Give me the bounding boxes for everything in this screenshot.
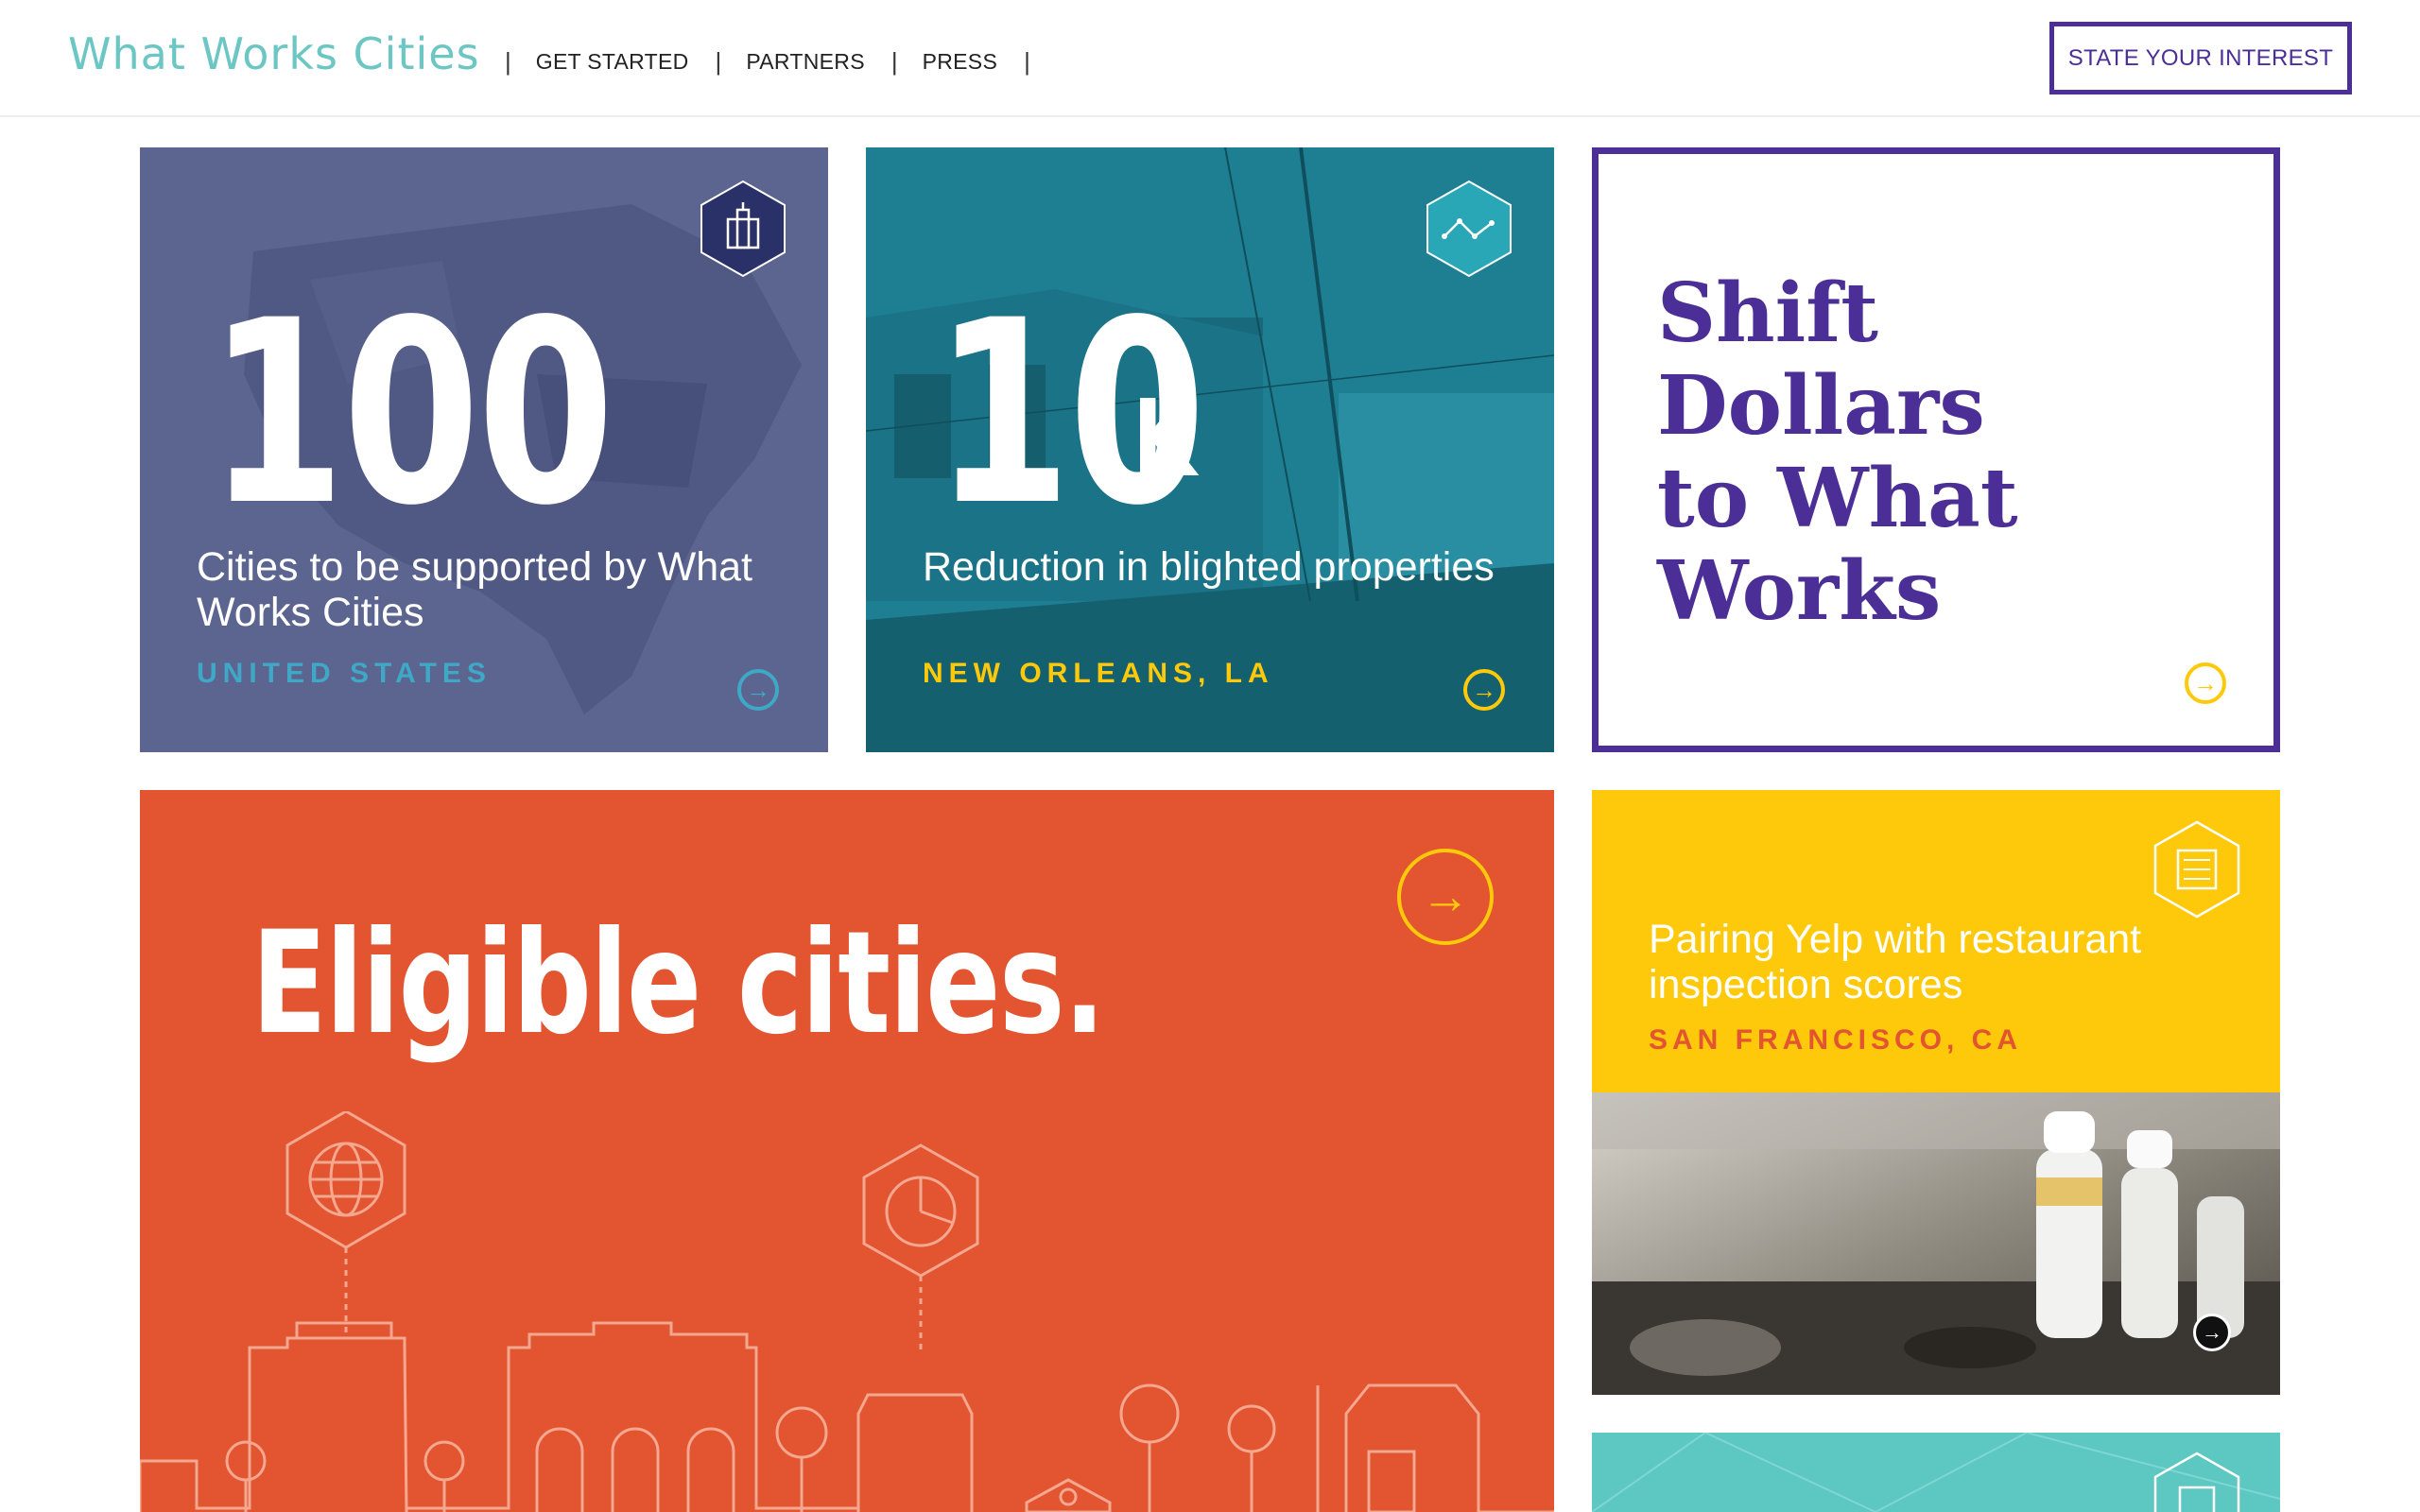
tile-blight-reduction[interactable]: 10 K Reduction in blighted properties NE… <box>866 147 1554 752</box>
tile-yelp-inspection[interactable]: Pairing Yelp with restaurant inspection … <box>1592 790 2280 1092</box>
shift-dollars-heading: Shift Dollars to What Works <box>1657 267 2273 638</box>
tile-teal-partial[interactable] <box>1592 1433 2280 1512</box>
arrow-right-icon[interactable]: → <box>2185 662 2226 704</box>
story-location: SAN FRANCISCO, CA <box>1649 1024 2023 1056</box>
stat-number-suffix: K <box>1132 378 1197 501</box>
city-skyline-illustration <box>140 1111 1554 1512</box>
restaurant-kitchen-image <box>1592 1092 2280 1395</box>
arrow-right-icon[interactable]: → <box>2193 1314 2231 1351</box>
arrow-right-icon[interactable]: → <box>737 669 779 711</box>
line-chart-hex-icon <box>1426 180 1512 278</box>
nav-item-get-started[interactable]: GET STARTED <box>536 49 689 75</box>
stat-description: Cities to be supported by What Works Cit… <box>197 544 752 635</box>
nav-separator: | <box>505 47 511 76</box>
stat-description: Reduction in blighted properties <box>923 544 1495 590</box>
nav-separator: | <box>890 47 898 76</box>
document-hex-icon <box>2153 1452 2240 1512</box>
arrow-right-icon[interactable]: → <box>1397 849 1494 945</box>
heading-line: Dollars <box>1657 358 1985 454</box>
heading-line: to What Works <box>1657 451 2018 639</box>
kitchen-photo[interactable]: → <box>1592 1092 2280 1395</box>
site-logo[interactable]: What Works Cities <box>68 28 480 79</box>
nav-item-partners[interactable]: PARTNERS <box>746 49 865 75</box>
nav-separator: | <box>1024 47 1030 76</box>
tile-eligible-cities[interactable]: Eligible cities. → <box>140 790 1554 1512</box>
eligible-cities-heading: Eligible cities. <box>251 902 1105 1066</box>
tile-cities-supported[interactable]: 100 Cities to be supported by What Works… <box>140 147 828 752</box>
arrow-right-icon[interactable]: → <box>1463 669 1505 711</box>
nav-item-press[interactable]: PRESS <box>923 49 997 75</box>
stat-location: UNITED STATES <box>197 658 492 689</box>
document-hex-icon <box>2153 820 2240 919</box>
stat-location: NEW ORLEANS, LA <box>923 658 1274 689</box>
stat-number: 100 <box>208 266 614 561</box>
tile-shift-dollars[interactable]: Shift Dollars to What Works → <box>1592 147 2280 752</box>
heading-line: Shift <box>1657 266 1879 361</box>
state-interest-button[interactable]: STATE YOUR INTEREST <box>2049 22 2352 94</box>
nav-separator: | <box>715 47 722 76</box>
site-header: What Works Cities | GET STARTED | PARTNE… <box>0 0 2420 117</box>
building-hex-icon <box>700 180 786 278</box>
main-nav: | GET STARTED | PARTNERS | PRESS | <box>505 47 1055 77</box>
story-description: Pairing Yelp with restaurant inspection … <box>1649 917 2142 1007</box>
